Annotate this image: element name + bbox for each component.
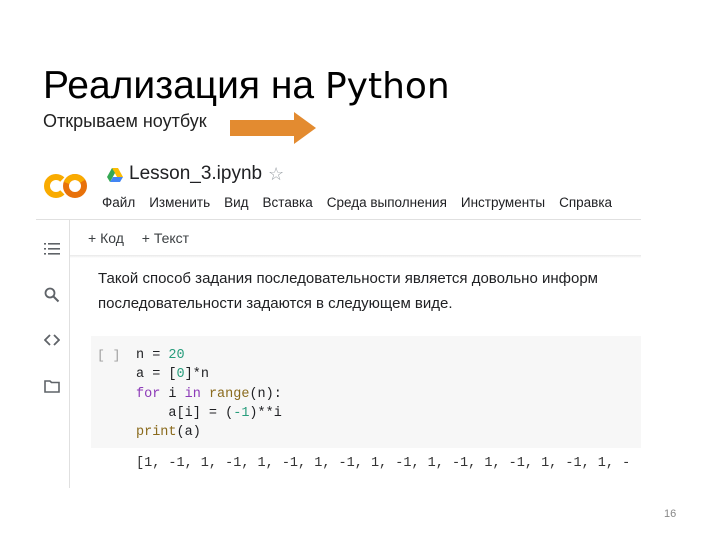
arrow-right-icon [230, 112, 316, 144]
toolbar-shadow [70, 255, 641, 258]
code-editor[interactable]: n = 20 a = [0]*n for i in range(n): a[i]… [136, 346, 282, 442]
menu-view[interactable]: Вид [224, 195, 248, 210]
text-cell[interactable]: Такой способ задания последовательности … [98, 266, 598, 316]
code-token: for [136, 386, 161, 402]
code-token: (n): [249, 386, 282, 402]
text-cell-line: Такой способ задания последовательности … [98, 270, 598, 287]
code-token: range [208, 386, 250, 402]
code-cell[interactable]: [ ] n = 20 a = [0]*n for i in range(n): … [91, 336, 641, 448]
code-token: ]*n [184, 367, 209, 383]
code-token: print [136, 425, 177, 441]
page-number: 16 [664, 508, 677, 520]
notebook-toolbar: + Код + Текст [88, 230, 203, 246]
menu-edit[interactable]: Изменить [149, 195, 210, 210]
slide-title: Реализация на Python [43, 66, 450, 105]
menu-insert[interactable]: Вставка [263, 195, 313, 210]
add-text-button[interactable]: + Текст [142, 230, 189, 246]
table-of-contents-icon[interactable] [44, 241, 60, 257]
code-token: 0 [176, 367, 185, 383]
menu-divider [36, 219, 641, 220]
cell-output: [1, -1, 1, -1, 1, -1, 1, -1, 1, -1, 1, -… [136, 456, 631, 471]
code-token: -1 [233, 405, 250, 421]
menu-runtime[interactable]: Среда выполнения [327, 195, 447, 210]
code-snippets-icon[interactable] [44, 332, 60, 348]
slide-subtitle: Открываем ноутбук [43, 111, 207, 131]
add-code-button[interactable]: + Код [88, 230, 124, 246]
menu-tools[interactable]: Инструменты [461, 195, 545, 210]
run-cell-button[interactable]: [ ] [97, 348, 120, 363]
code-token: (a) [176, 425, 201, 441]
code-token: in [184, 386, 201, 402]
code-token: )**i [249, 405, 282, 421]
slide-title-python: Python [324, 66, 450, 107]
code-token: 20 [168, 348, 185, 363]
colab-logo-icon[interactable] [44, 172, 88, 200]
notebook-title[interactable]: Lesson_3.ipynb [129, 163, 262, 185]
menu-bar: Файл Изменить Вид Вставка Среда выполнен… [102, 195, 626, 210]
text-cell-line: последовательности задаются в следующем … [98, 295, 453, 312]
code-token: n = [136, 348, 169, 363]
code-token: i [160, 386, 185, 402]
code-token: a = [ [136, 367, 177, 383]
search-icon[interactable] [44, 287, 60, 303]
slide-title-main: Реализация на [43, 64, 325, 107]
files-icon[interactable] [44, 378, 60, 394]
menu-help[interactable]: Справка [559, 195, 612, 210]
colab-screenshot: Lesson_3.ipynb ☆ Файл Изменить Вид Встав… [36, 158, 641, 488]
code-token: a[i] = ( [136, 405, 234, 421]
google-drive-icon [107, 168, 123, 182]
star-icon[interactable]: ☆ [268, 164, 284, 185]
sidebar-divider [69, 220, 70, 488]
menu-file[interactable]: Файл [102, 195, 135, 210]
